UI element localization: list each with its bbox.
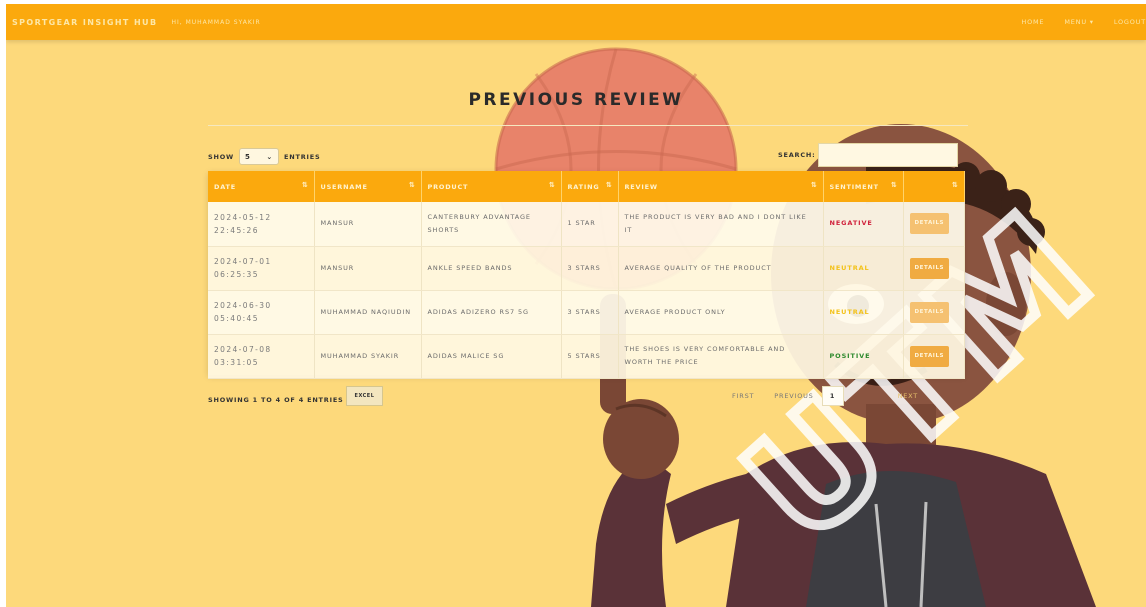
cell-date: 2024-05-12 22:45:26: [208, 202, 315, 247]
show-label: SHOW: [208, 152, 235, 161]
showing-entries-text: SHOWING 1 TO 4 OF 4 ENTRIES: [208, 396, 344, 404]
title-divider: [208, 125, 968, 126]
sort-icon: ⇅: [548, 181, 556, 189]
page: UTM SPORTGEAR INSIGHT HUB HI, MUHAMMAD S…: [6, 4, 1146, 607]
entries-per-page-select[interactable]: 5 ⌄: [239, 148, 280, 165]
cell-review: AVERAGE QUALITY OF THE PRODUCT: [618, 246, 824, 291]
sort-icon: ⇅: [605, 181, 613, 189]
details-button[interactable]: DETAILS: [909, 257, 950, 279]
cell-username: MANSUR: [314, 202, 422, 247]
cell-date: 2024-07-08 03:31:05: [208, 334, 315, 379]
excel-export-button[interactable]: EXCEL: [345, 386, 384, 406]
search-label: SEARCH:: [778, 151, 816, 159]
cell-review: THE PRODUCT IS VERY BAD AND I DONT LIKE …: [618, 202, 824, 247]
cell-rating: 5 STARS: [561, 334, 619, 379]
table-row: 2024-07-08 03:31:05 MUHAMMAD SYAKIR ADIDA…: [208, 334, 965, 379]
table-info: SHOWING 1 TO 4 OF 4 ENTRIES EXCEL: [208, 386, 384, 410]
brand-logo[interactable]: SPORTGEAR INSIGHT HUB: [12, 18, 157, 27]
sort-icon: ⇅: [408, 181, 416, 189]
pagination-next[interactable]: NEXT: [898, 392, 918, 400]
cell-date: 2024-07-01 06:25:35: [208, 246, 315, 291]
pagination: FIRST PREVIOUS 1 NEXT: [732, 386, 918, 406]
nav-home-link[interactable]: HOME: [1021, 18, 1044, 26]
cell-date: 2024-06-30 05:40:45: [208, 290, 315, 335]
search-input[interactable]: [817, 143, 958, 167]
pagination-first[interactable]: FIRST: [732, 392, 754, 400]
column-header-rating[interactable]: RATING ⇅: [561, 171, 619, 202]
nav-logout-link[interactable]: LOGOUT: [1114, 18, 1146, 26]
cell-product: ADIDAS MALICE SG: [421, 334, 562, 379]
cell-review: THE SHOES IS VERY COMFORTABLE AND WORTH …: [618, 334, 824, 379]
cell-rating: 3 STARS: [561, 290, 619, 335]
chevron-down-icon: ⌄: [266, 152, 274, 161]
column-header-action[interactable]: ⇅: [903, 171, 965, 202]
nav-links: HOME MENU ▾ LOGOUT: [1001, 18, 1146, 26]
column-header-review[interactable]: REVIEW ⇅: [618, 171, 824, 202]
sort-icon: ⇅: [301, 181, 309, 189]
sort-icon: ⇅: [810, 181, 818, 189]
column-header-date[interactable]: DATE ⇅: [208, 171, 315, 202]
column-header-product[interactable]: PRODUCT ⇅: [421, 171, 562, 202]
cell-sentiment: NEUTRAL: [823, 290, 904, 335]
cell-product: ANKLE SPEED BANDS: [421, 246, 562, 291]
user-greeting: HI, MUHAMMAD SYAKIR: [171, 18, 261, 26]
navbar: SPORTGEAR INSIGHT HUB HI, MUHAMMAD SYAKI…: [6, 4, 1146, 40]
search-control: SEARCH:: [778, 143, 958, 167]
table-row: 2024-06-30 05:40:45 MUHAMMAD NAQIUDIN ADI…: [208, 290, 965, 335]
details-button[interactable]: DETAILS: [909, 213, 950, 235]
cell-sentiment: NEGATIVE: [823, 202, 904, 247]
cell-action: DETAILS: [903, 334, 965, 379]
sort-icon: ⇅: [951, 181, 959, 189]
column-header-sentiment[interactable]: SENTIMENT ⇅: [823, 171, 904, 202]
page-title: PREVIOUS REVIEW: [468, 90, 684, 110]
entries-length-control: SHOW 5 ⌄ ENTRIES: [208, 148, 321, 165]
cell-product: ADIDAS ADIZERO RS7 5G: [421, 290, 562, 335]
cell-sentiment: NEUTRAL: [823, 246, 904, 291]
pagination-previous[interactable]: PREVIOUS: [774, 392, 813, 400]
cell-username: MUHAMMAD NAQIUDIN: [314, 290, 422, 335]
cell-username: MANSUR: [314, 246, 422, 291]
cell-action: DETAILS: [903, 202, 965, 247]
cell-rating: 3 STARS: [561, 246, 619, 291]
cell-product: CANTERBURY ADVANTAGE SHORTS: [421, 202, 562, 247]
sort-icon: ⇅: [890, 181, 898, 189]
cell-action: DETAILS: [903, 246, 965, 291]
cell-review: AVERAGE PRODUCT ONLY: [618, 290, 824, 335]
entries-label: ENTRIES: [284, 152, 321, 161]
pagination-current-page[interactable]: 1: [821, 386, 844, 406]
nav-menu-dropdown[interactable]: MENU ▾: [1064, 18, 1093, 26]
table-row: 2024-07-01 06:25:35 MANSUR ANKLE SPEED BA…: [208, 246, 965, 291]
details-button[interactable]: DETAILS: [909, 301, 950, 323]
details-button[interactable]: DETAILS: [909, 345, 950, 367]
table-row: 2024-05-12 22:45:26 MANSUR CANTERBURY ADV…: [208, 202, 965, 247]
column-header-username[interactable]: USERNAME ⇅: [314, 171, 422, 202]
table-header-row: DATE ⇅ USERNAME ⇅ PRODUCT ⇅ RATING ⇅ REVIEW ⇅…: [208, 171, 965, 202]
reviews-table: DATE ⇅ USERNAME ⇅ PRODUCT ⇅ RATING ⇅ REVIEW ⇅…: [208, 171, 965, 379]
cell-action: DETAILS: [903, 290, 965, 335]
cell-username: MUHAMMAD SYAKIR: [314, 334, 422, 379]
cell-sentiment: POSITIVE: [823, 334, 904, 379]
entries-per-page-value: 5: [245, 152, 251, 161]
cell-rating: 1 STAR: [561, 202, 619, 247]
